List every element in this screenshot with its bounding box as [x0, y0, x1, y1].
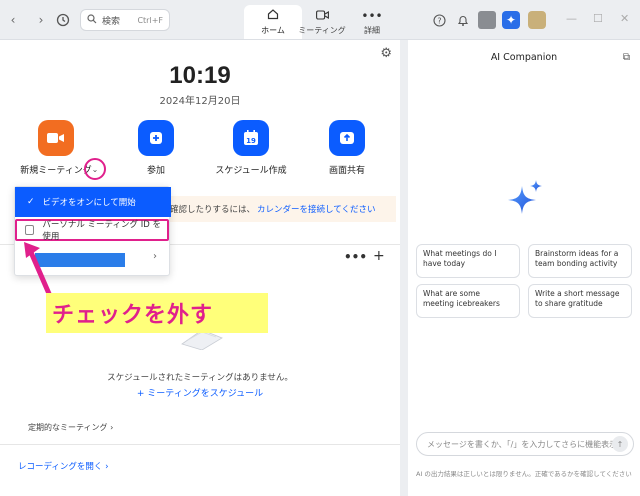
panel-title: AI Companion [490, 52, 558, 63]
connect-calendar-link[interactable]: カレンダーを接続してください [257, 203, 376, 215]
recurring-label: 定期的なミーティング [28, 423, 108, 432]
maximize-icon[interactable]: ☐ [593, 12, 603, 25]
ai-companion-icon[interactable]: ✦ [502, 11, 520, 29]
popout-icon[interactable]: ⧉ [623, 52, 630, 63]
minimize-icon[interactable]: — [566, 12, 577, 25]
recurring-meetings-link[interactable]: 定期的なミーティング › [28, 422, 113, 433]
schedule-meeting-link[interactable]: + ミーティングをスケジュール [0, 386, 400, 399]
clock-date: 2024年12月20日 [159, 96, 241, 107]
send-icon[interactable]: ↑ [612, 436, 628, 452]
more-options-icon[interactable]: ••• [344, 250, 367, 264]
gear-icon[interactable]: ⚙ [380, 46, 392, 61]
close-icon[interactable]: ✕ [620, 12, 629, 25]
schedule-meeting-link-label: ミーティングをスケジュール [147, 389, 264, 399]
panel-divider [400, 40, 408, 496]
schedule-button[interactable]: 19 スケジュール作成 [211, 120, 291, 176]
empty-state-text: スケジュールされたミーティングはありません。 [107, 373, 293, 383]
checkbox[interactable] [25, 225, 35, 235]
svg-text:?: ? [437, 16, 441, 25]
search-shortcut: Ctrl+F [137, 15, 163, 25]
video-camera-icon [38, 120, 74, 156]
share-screen-label: 画面共有 [328, 166, 365, 176]
video-icon [315, 9, 329, 23]
open-recordings-link[interactable]: レコーディングを開く › [18, 460, 109, 472]
suggestion-card[interactable]: Write a short message to share gratitude [528, 284, 632, 318]
add-icon[interactable]: + [373, 248, 385, 264]
more-icon: ••• [361, 8, 383, 23]
calendar-day: 19 [246, 137, 256, 145]
plus-icon [138, 120, 174, 156]
menu-item-video-on[interactable]: ✓ ビデオをオンにして開始 [15, 187, 171, 217]
help-icon[interactable]: ? [430, 11, 448, 29]
share-screen-button[interactable]: 画面共有 [307, 120, 387, 176]
check-icon: ✓ [27, 197, 35, 207]
calendar-notice: 確認したりするには、 カレンダーを接続してください [170, 196, 396, 222]
forward-arrow-icon[interactable]: › [32, 11, 50, 29]
chevron-right-icon: › [153, 251, 157, 262]
suggestion-card[interactable]: What are some meeting icebreakers [416, 284, 520, 318]
bell-icon[interactable] [454, 11, 472, 29]
suggestion-card[interactable]: Brainstorm ideas for a team bonding acti… [528, 244, 632, 278]
tab-more-label: 詳細 [364, 25, 380, 35]
history-icon[interactable] [54, 11, 72, 29]
back-arrow-icon[interactable]: ‹ [4, 11, 22, 29]
notice-text: 確認したりするには、 [170, 205, 256, 215]
chevron-right-icon: › [110, 423, 114, 432]
suggestion-card[interactable]: What meetings do I have today [416, 244, 520, 278]
search-icon [87, 13, 97, 27]
search-label: 検索 [102, 16, 121, 27]
tab-home-label: ホーム [261, 26, 285, 35]
annotation-label: チェックを外す [46, 293, 268, 333]
menu-item-video-on-label: ビデオをオンにして開始 [42, 198, 136, 208]
avatar[interactable] [528, 11, 546, 29]
menu-item-personal-id-label: パーソナル ミーティング ID を使用 [42, 220, 161, 242]
join-button[interactable]: 参加 [116, 120, 196, 176]
title-bar: ‹ › 検索 Ctrl+F ホーム ミーティング ••• 詳細 ? ✦ — ☐ … [0, 0, 640, 40]
divider [0, 444, 400, 445]
disclaimer-text: AI の出力結果は正しいとは限りません。正確であるかを確認してください [416, 470, 632, 478]
chevron-down-icon[interactable]: ⌄ [84, 158, 106, 180]
sparkle-icon [508, 180, 542, 214]
schedule-label: スケジュール作成 [215, 166, 287, 176]
menu-item-personal-id[interactable]: パーソナル ミーティング ID を使用 [15, 219, 169, 242]
home-icon [267, 8, 279, 23]
tab-more[interactable]: ••• 詳細 [343, 5, 401, 39]
share-screen-icon [329, 120, 365, 156]
message-input[interactable]: メッセージを書くか、「/」を入力してさらに機能表示 [416, 432, 634, 456]
chevron-right-icon: › [105, 462, 109, 472]
annotation-arrow-icon [24, 242, 53, 299]
calendar-icon: 19 [233, 120, 269, 156]
app-grid-icon[interactable] [478, 11, 496, 29]
recording-label: レコーディングを開く [18, 462, 103, 472]
join-label: 参加 [146, 166, 165, 176]
tab-meetings-label: ミーティング [298, 25, 346, 35]
add-icon: + [136, 389, 148, 399]
clock-time: 10:19 [169, 62, 231, 89]
search-box[interactable]: 検索 Ctrl+F [80, 9, 170, 31]
ai-companion-panel: AI Companion ⧉ What meetings do I have t… [408, 40, 640, 496]
